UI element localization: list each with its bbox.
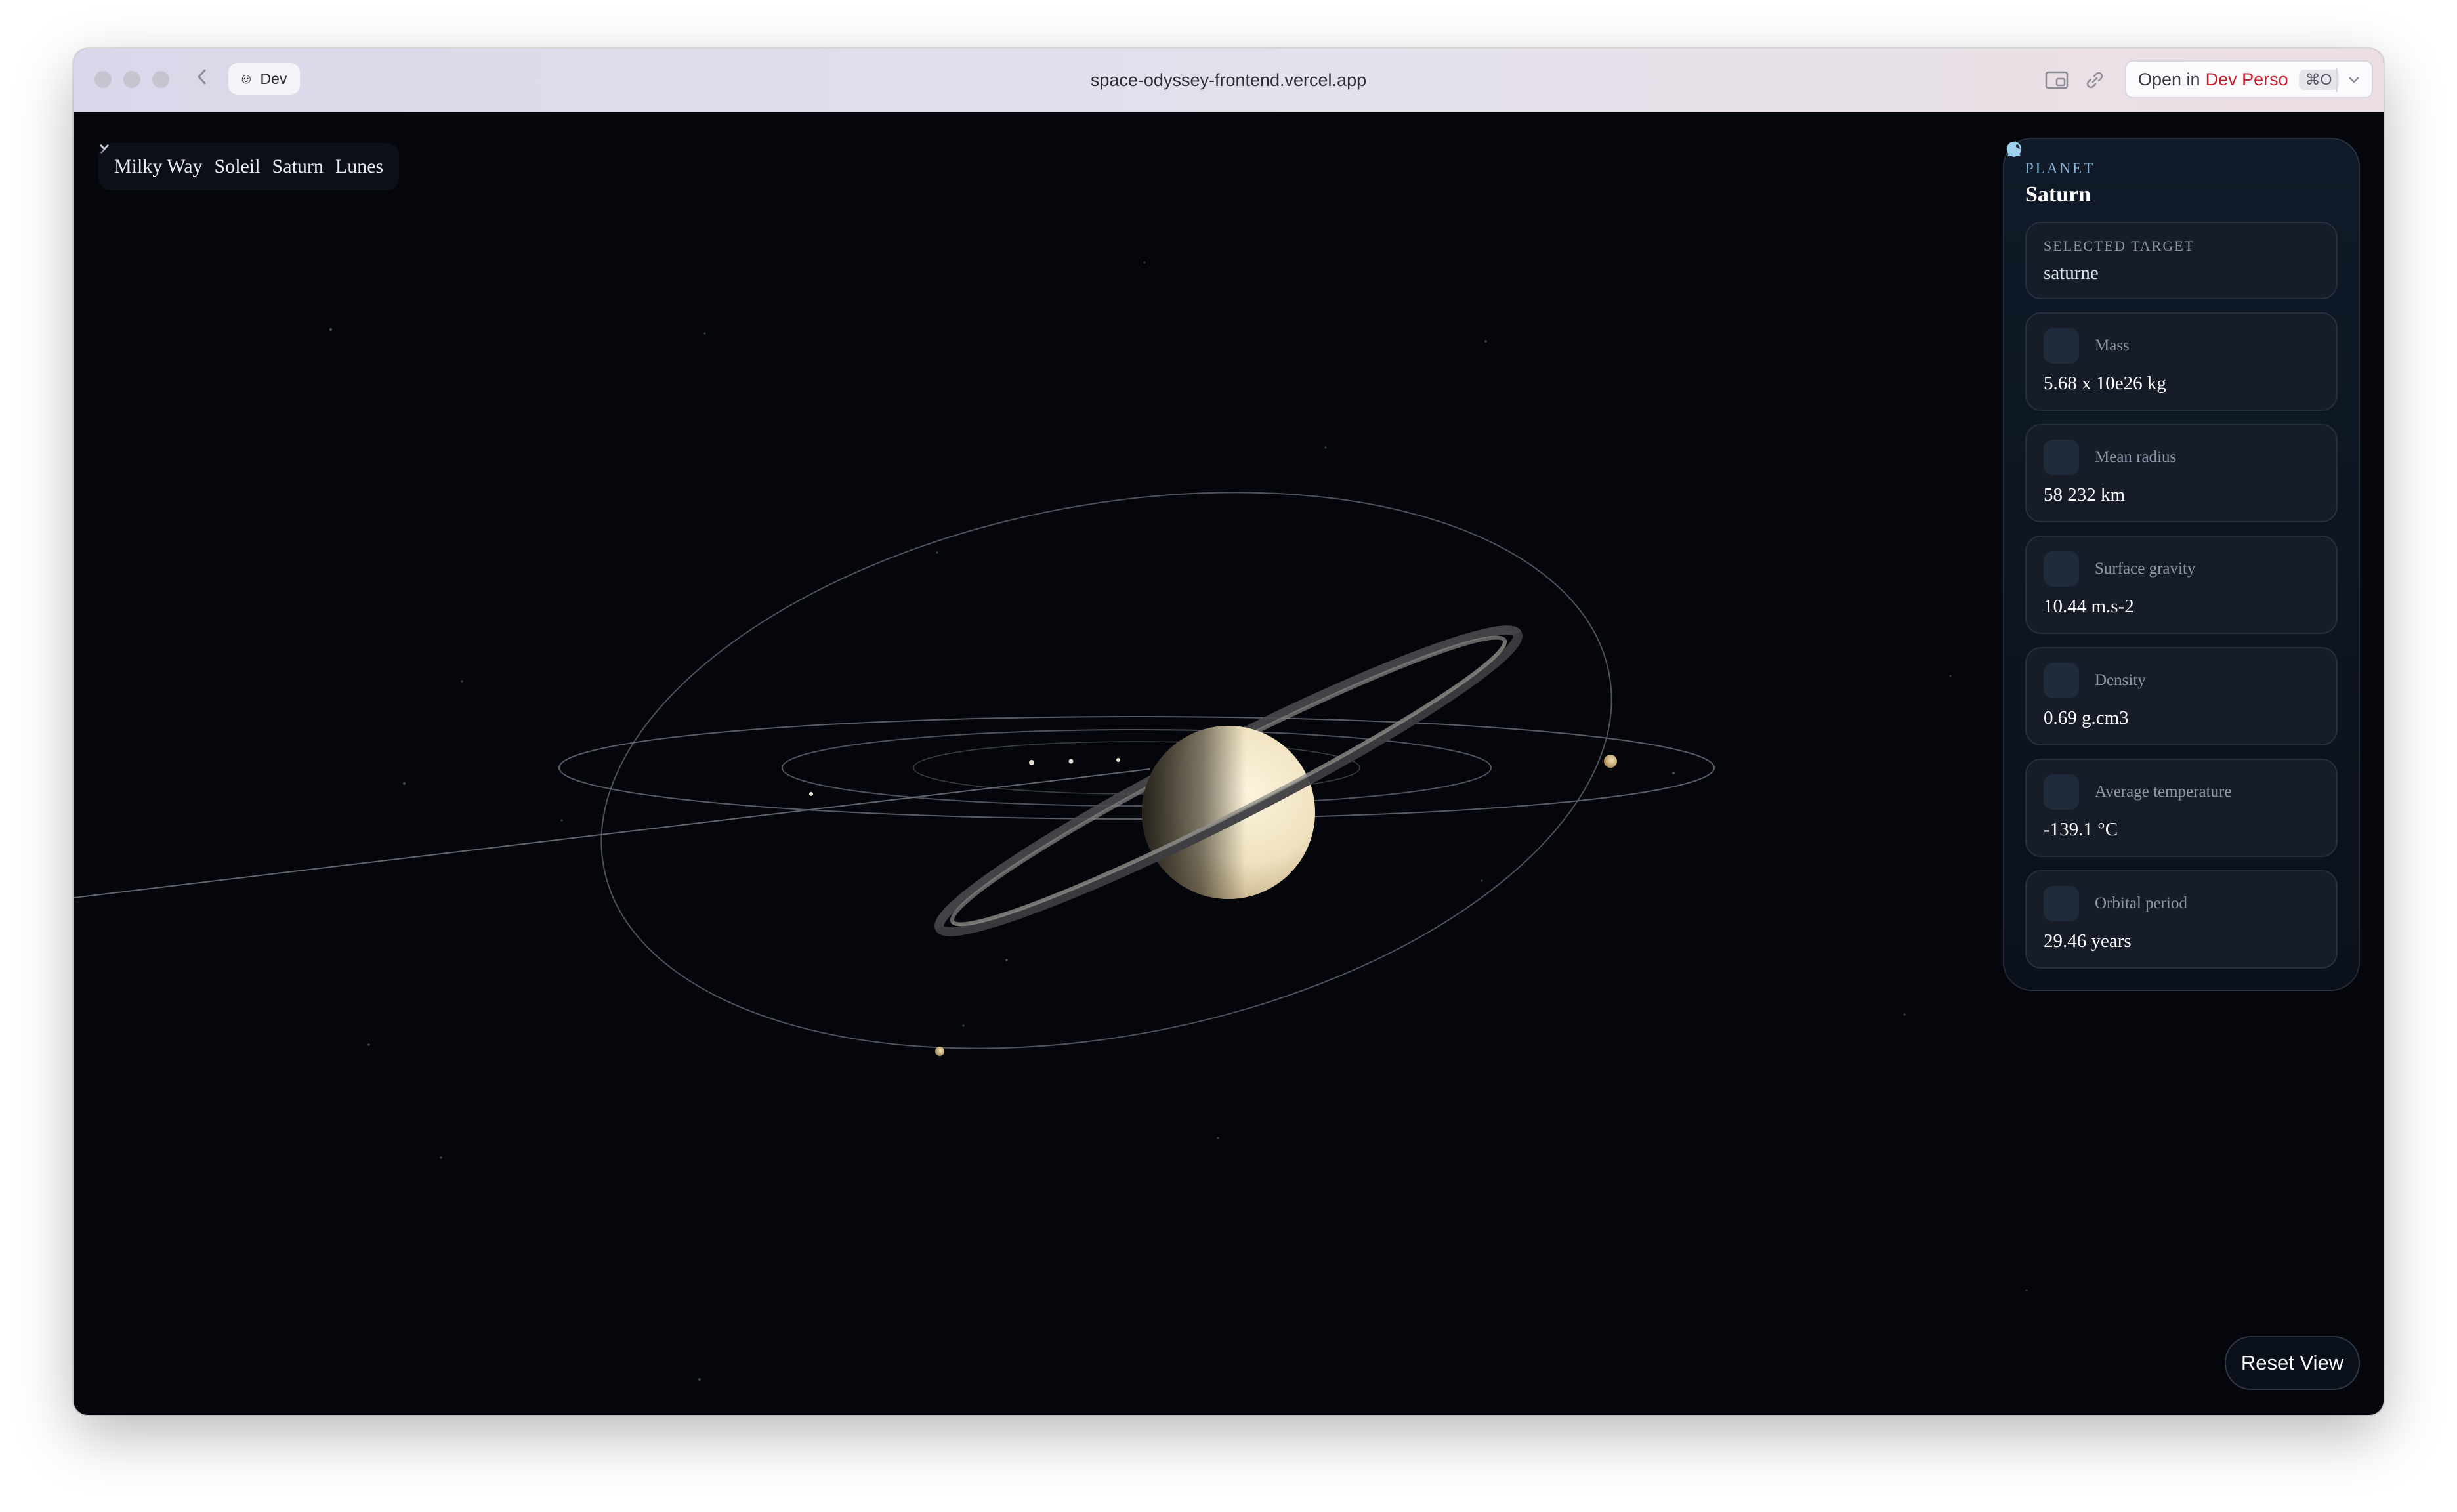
stat-card-average-temperature: Average temperature -139.1 °C — [2011, 142, 2338, 857]
moon-small-4[interactable] — [809, 792, 813, 796]
browser-window: ☺ Dev space-odyssey-frontend.vercel.app … — [74, 49, 2384, 1415]
moon-outer[interactable] — [935, 1047, 944, 1056]
saturn-planet[interactable] — [1142, 726, 1315, 899]
moon-orbit-wide — [558, 716, 1715, 820]
open-in-target: Dev Perso — [2205, 69, 2288, 89]
panel-title: Saturn — [2025, 182, 2091, 207]
stat-card-surface-gravity: Surface gravity 10.44 m.s-2 — [2011, 144, 2338, 634]
orbit-icon — [2007, 141, 2079, 921]
breadcrumb-label: Milky Way — [114, 156, 203, 177]
stat-label: Mean radius — [2095, 448, 2177, 466]
picture-in-picture-icon[interactable] — [2044, 67, 2070, 93]
stat-label: Orbital period — [2095, 894, 2187, 912]
link-icon[interactable] — [2082, 67, 2108, 93]
reset-view-button[interactable]: Reset View — [2225, 1336, 2360, 1390]
stat-value: 10.44 m.s-2 — [2044, 596, 2134, 617]
moon-orbit-outer — [600, 492, 1612, 1049]
open-in-prefix: Open in — [2138, 69, 2200, 89]
stat-value: -139.1 °C — [2044, 819, 2118, 840]
chevron-down-icon[interactable] — [2344, 67, 2364, 93]
selected-target-label: SELECTED TARGET — [2044, 238, 2195, 254]
thermometer-icon — [2011, 142, 2079, 810]
stat-value: 0.69 g.cm3 — [2044, 707, 2129, 728]
open-in-divider — [2336, 68, 2338, 92]
selected-target-value: saturne — [2044, 262, 2099, 284]
stat-label: Mass — [2095, 337, 2130, 354]
stat-label: Density — [2095, 671, 2146, 689]
density-icon — [2006, 141, 2079, 698]
breadcrumb-label: Saturn — [272, 156, 324, 177]
open-in-shortcut: ⌘O — [2298, 69, 2339, 90]
breadcrumb-label: Lunes — [335, 156, 384, 177]
breadcrumb-item-saturn[interactable]: Saturn — [100, 144, 324, 178]
moon-small-3[interactable] — [1116, 758, 1120, 762]
breadcrumb-item-soleil[interactable]: Soleil — [100, 144, 261, 178]
breadcrumb-item-lunes[interactable]: Lunes — [100, 144, 384, 178]
stat-card-mean-radius: Mean radius 58 232 km — [2007, 142, 2338, 522]
planet-info-panel: PLANET Saturn SELECTED TARGET saturne Ma… — [2003, 138, 2360, 991]
breadcrumb-label: Soleil — [214, 156, 261, 177]
address-bar[interactable]: space-odyssey-frontend.vercel.app — [74, 49, 2384, 112]
stat-label: Average temperature — [2095, 783, 2232, 801]
stat-value: 58 232 km — [2044, 484, 2126, 505]
moon-small-1[interactable] — [1029, 760, 1034, 765]
stat-value: 5.68 x 10e26 kg — [2044, 373, 2166, 394]
stat-card-density: Density 0.69 g.cm3 — [2006, 141, 2338, 746]
panel-kicker: PLANET — [2025, 160, 2095, 177]
selected-target-card: SELECTED TARGET saturne — [2025, 222, 2338, 299]
breadcrumb: Milky Way Soleil Saturn Lunes — [98, 143, 400, 190]
stat-card-orbital-period: Orbital period 29.46 years — [2007, 141, 2338, 969]
breadcrumb-item-milky-way[interactable]: Milky Way — [100, 144, 203, 178]
stat-value: 29.46 years — [2044, 931, 2132, 952]
open-in-button[interactable]: Open in Dev Perso ⌘O — [2125, 60, 2373, 98]
stat-label: Surface gravity — [2095, 560, 2196, 578]
radius-icon — [2007, 142, 2079, 475]
browser-titlebar: ☺ Dev space-odyssey-frontend.vercel.app … — [74, 49, 2384, 113]
gravity-icon — [2011, 144, 2079, 587]
moon-small-2[interactable] — [1068, 759, 1074, 764]
stat-card-mass: Mass 5.68 x 10e26 kg — [2007, 142, 2338, 411]
mass-icon — [2007, 142, 2079, 364]
chevron-down-icon — [100, 144, 109, 150]
moon-titan[interactable] — [1604, 755, 1617, 768]
space-canvas[interactable]: Milky Way Soleil Saturn Lunes PLANET Sat… — [74, 112, 2384, 1415]
